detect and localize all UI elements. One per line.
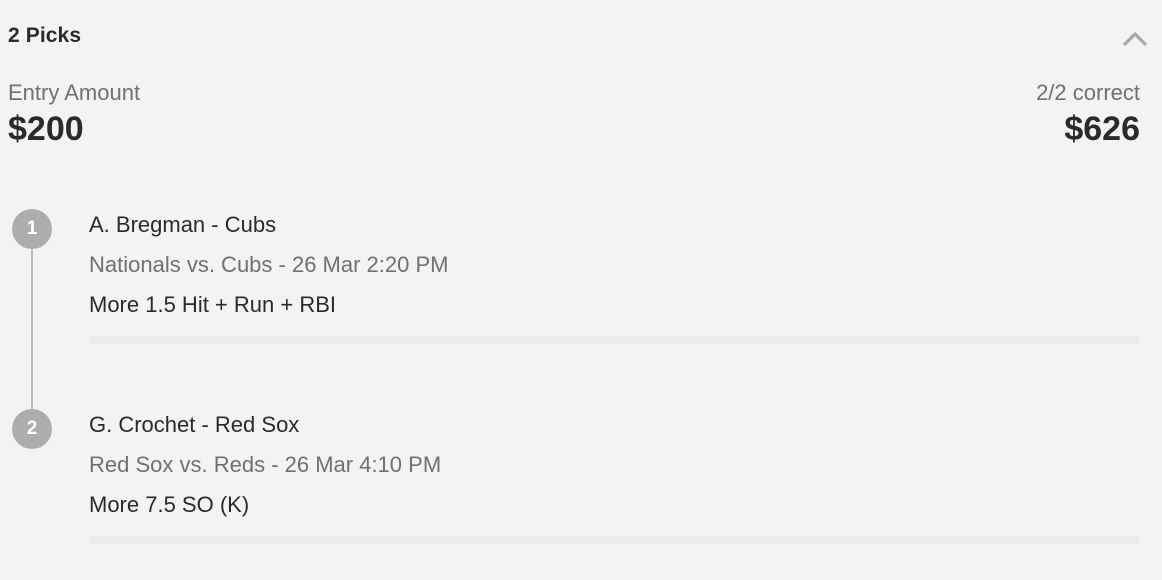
pick-number-badge: 2 <box>12 409 52 449</box>
entry-amount-label: Entry Amount <box>8 80 141 105</box>
pick-result-bar <box>89 336 1140 344</box>
picks-card: 2 Picks Entry Amount $200 2/2 correct $6… <box>0 0 1162 580</box>
entry-amount-value: $200 <box>8 110 84 148</box>
picks-count-title: 2 Picks <box>8 24 82 47</box>
pick-stat-line: More 7.5 SO (K) <box>89 492 250 517</box>
pick-number-badge: 1 <box>12 209 52 249</box>
chevron-up-icon[interactable] <box>1122 26 1148 50</box>
pick-game-info: Red Sox vs. Reds - 26 Mar 4:10 PM <box>89 452 442 477</box>
pick-game-info: Nationals vs. Cubs - 26 Mar 2:20 PM <box>89 252 449 277</box>
payout-value: $626 <box>1064 110 1140 148</box>
entry-amount-block: Entry Amount $200 <box>8 79 140 149</box>
pick-item: G. Crochet - Red Sox Red Sox vs. Reds - … <box>89 411 1140 519</box>
correct-count-label: 2/2 correct <box>1036 80 1140 105</box>
pick-player-team: A. Bregman - Cubs <box>89 212 277 237</box>
pick-item: A. Bregman - Cubs Nationals vs. Cubs - 2… <box>89 211 1140 319</box>
pick-player-team: G. Crochet - Red Sox <box>89 412 300 437</box>
payout-block: 2/2 correct $626 <box>1036 79 1140 149</box>
pick-result-bar <box>89 536 1140 544</box>
picks-header[interactable]: 2 Picks <box>8 24 1148 52</box>
timeline-line <box>31 228 33 428</box>
pick-stat-line: More 1.5 Hit + Run + RBI <box>89 292 336 317</box>
